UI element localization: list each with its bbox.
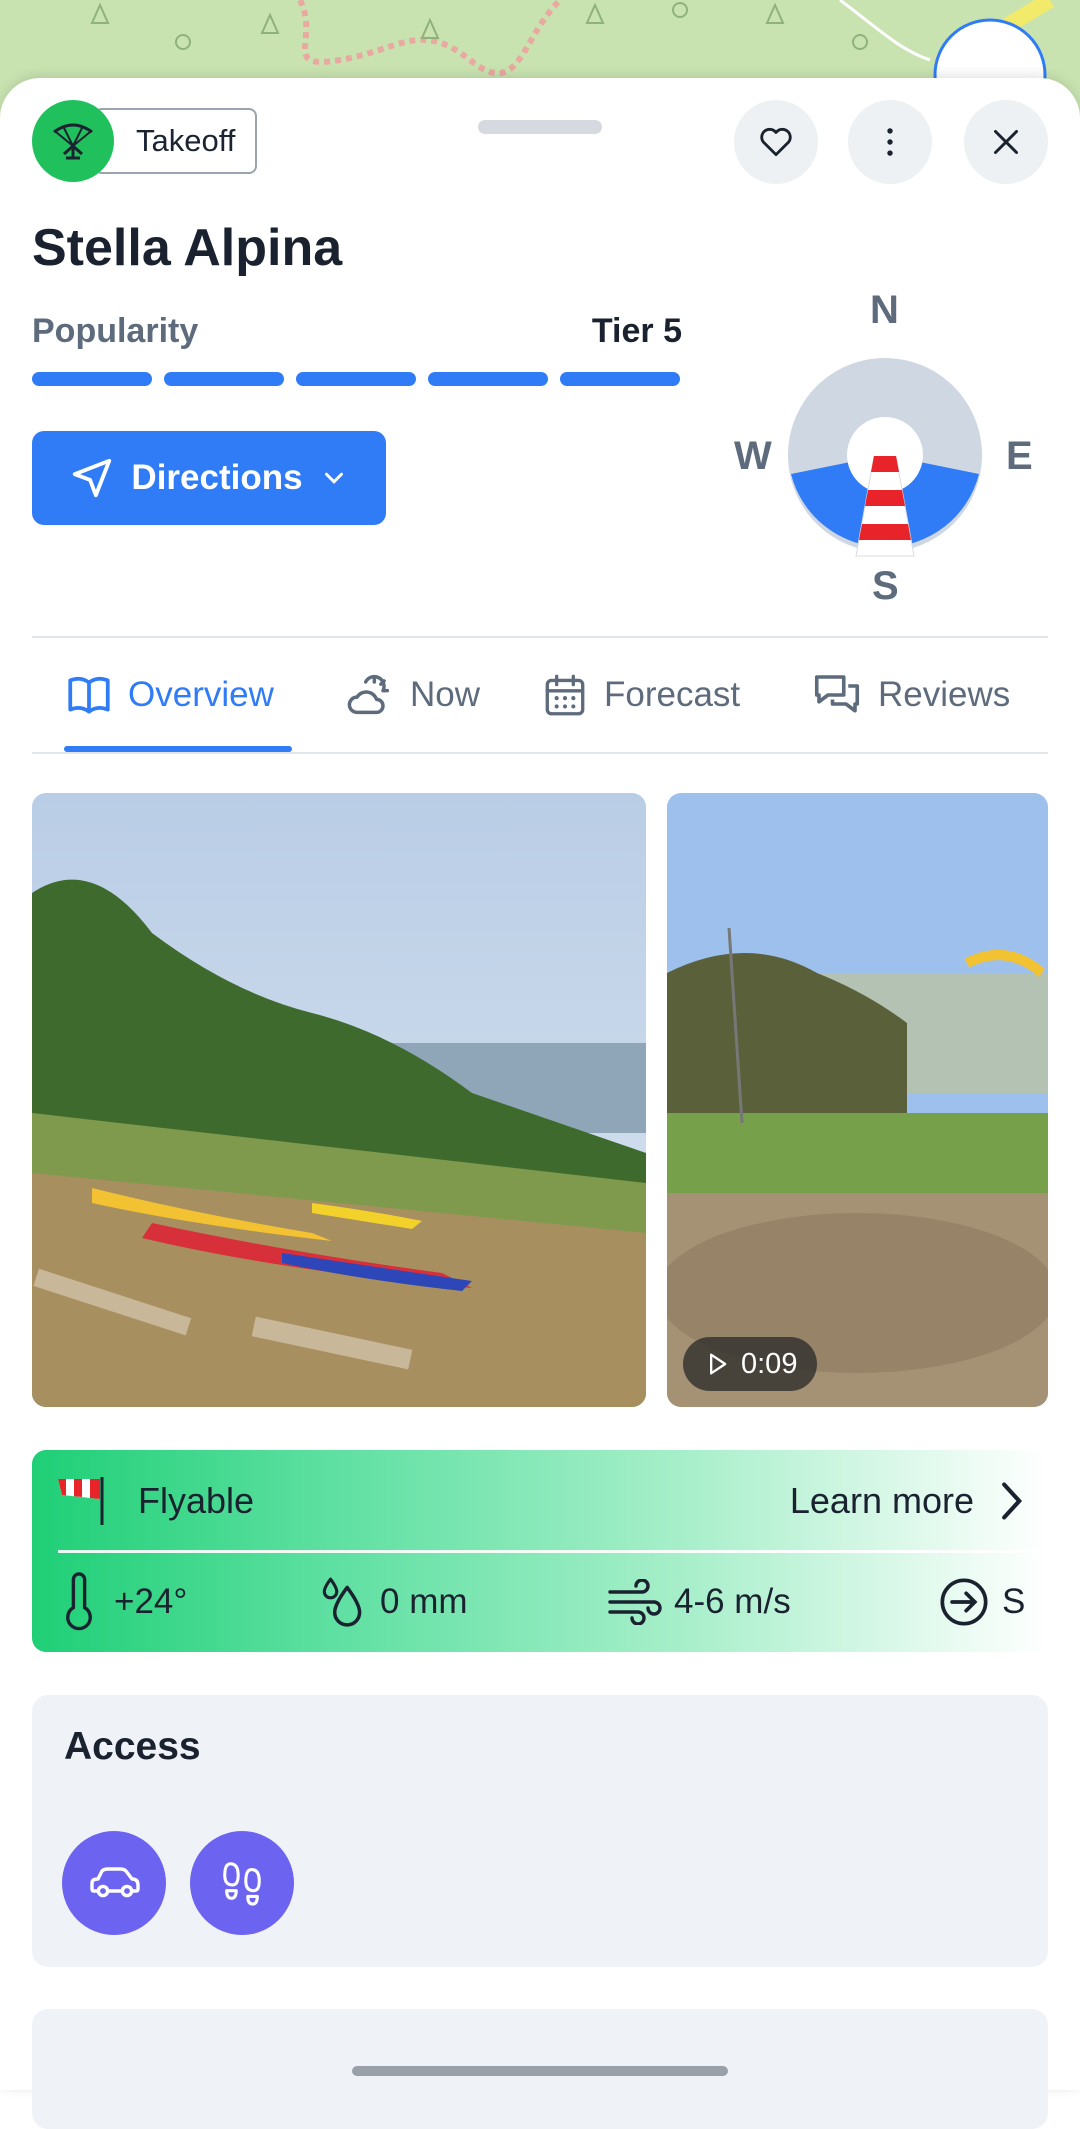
windsock-flag-icon: [58, 1477, 104, 1525]
play-icon: [710, 1353, 727, 1375]
more-vertical-icon: [887, 128, 893, 156]
access-car-button[interactable]: [62, 1831, 166, 1935]
footprints-icon: [223, 1862, 261, 1906]
thermometer-icon: [66, 1572, 92, 1631]
tab-overview[interactable]: Overview: [64, 637, 274, 753]
compass-north-label: N: [870, 288, 899, 332]
learn-more-link[interactable]: Learn more: [790, 1479, 1028, 1523]
tab-reviews-label: Reviews: [878, 675, 1011, 714]
navigation-arrow-icon: [73, 458, 112, 498]
access-hike-button[interactable]: [190, 1831, 294, 1935]
access-card: Access: [32, 1695, 1048, 1967]
spot-type-label: Takeoff: [94, 108, 258, 174]
paraglider-takeoff-icon: [32, 100, 114, 182]
popularity-bar-segment: [560, 372, 680, 386]
chat-bubbles-icon: [814, 675, 860, 713]
wind-direction-value: S: [1002, 1582, 1026, 1621]
spot-tabs: Overview Now Forecast Reviews: [32, 637, 1048, 753]
precipitation-value: 0 mm: [380, 1582, 468, 1621]
precipitation-stat: 0 mm: [318, 1562, 468, 1642]
windsock-icon: [855, 456, 915, 557]
spot-video-thumbnail[interactable]: 0:09: [667, 793, 1048, 1407]
spot-photo-1[interactable]: [32, 793, 646, 1407]
wind-direction-stat: S: [938, 1562, 1025, 1642]
wind-direction-compass: N E S W: [720, 288, 1050, 620]
popularity-meter: [32, 372, 680, 386]
popularity-bar-segment: [32, 372, 152, 386]
conditions-divider: [58, 1550, 1048, 1553]
temperature-value: +24°: [114, 1582, 188, 1621]
popularity-tier: Tier 5: [591, 312, 682, 350]
tabs-divider: [32, 752, 1048, 754]
more-options-button[interactable]: [848, 100, 932, 184]
flyable-status: Flyable: [138, 1480, 255, 1521]
home-indicator[interactable]: [352, 2066, 728, 2076]
compass-west-label: W: [734, 434, 772, 478]
sun-cloud-icon: [347, 674, 390, 715]
wind-icon: [608, 1579, 662, 1625]
heart-icon: [760, 127, 792, 157]
tab-reviews[interactable]: Reviews: [810, 637, 1010, 753]
wind-speed-stat: 4-6 m/s: [606, 1562, 791, 1642]
arrow-right-circle-icon: [940, 1578, 988, 1626]
close-icon: [994, 130, 1018, 154]
car-icon: [90, 1867, 140, 1898]
tab-overview-label: Overview: [128, 675, 274, 714]
book-icon: [68, 676, 110, 714]
directions-button[interactable]: Directions: [32, 431, 386, 525]
favorite-button[interactable]: [734, 100, 818, 184]
spot-title: Stella Alpina: [32, 219, 343, 277]
compass-east-label: E: [1006, 434, 1033, 478]
rain-drops-icon: [322, 1577, 362, 1627]
calendar-icon: [545, 674, 585, 716]
access-title: Access: [64, 1725, 201, 1768]
popularity-bar-segment: [164, 372, 284, 386]
compass-south-label: S: [872, 564, 899, 608]
wind-speed-value: 4-6 m/s: [674, 1582, 791, 1621]
tab-forecast-label: Forecast: [604, 675, 741, 714]
popularity-bar-segment: [428, 372, 548, 386]
conditions-card[interactable]: Flyable Learn more +24° 0 mm 4-6 m/s S: [32, 1450, 1048, 1652]
popularity-bar-segment: [296, 372, 416, 386]
close-button[interactable]: [964, 100, 1048, 184]
sheet-drag-handle[interactable]: [478, 120, 602, 134]
tab-now[interactable]: Now: [344, 637, 480, 753]
tab-forecast[interactable]: Forecast: [540, 637, 740, 753]
temperature-stat: +24°: [56, 1562, 187, 1642]
learn-more-label: Learn more: [789, 1480, 974, 1521]
tab-now-label: Now: [410, 675, 481, 714]
chevron-down-icon: [324, 472, 343, 484]
spot-type-chip: Takeoff: [32, 100, 258, 182]
video-duration: 0:09: [741, 1347, 798, 1380]
popularity-label: Popularity: [32, 312, 199, 350]
directions-label: Directions: [131, 458, 303, 497]
chevron-right-icon: [1002, 1482, 1023, 1520]
video-duration-badge: 0:09: [683, 1337, 818, 1391]
